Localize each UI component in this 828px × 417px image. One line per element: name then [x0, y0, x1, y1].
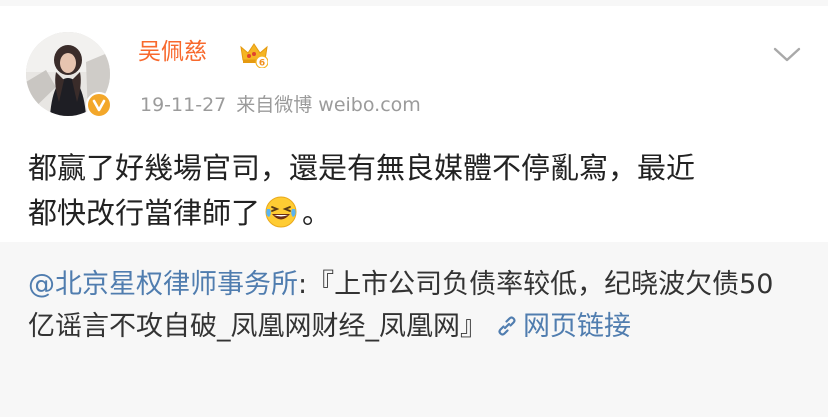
reposted-content[interactable]: @北京星权律师事务所:『上市公司负债率较低，纪晓波欠债50亿谣言不攻自破_凤凰网…: [0, 242, 828, 417]
web-link[interactable]: 网页链接: [487, 311, 631, 342]
chevron-down-icon[interactable]: [772, 46, 802, 64]
post-source: 来自微博 weibo.com: [236, 94, 421, 116]
link-icon: [498, 316, 516, 336]
verified-icon: [86, 92, 112, 118]
laughing-tears-emoji-icon: [265, 196, 297, 228]
repost-text: @北京星权律师事务所:『上市公司负债率较低，纪晓波欠债50亿谣言不攻自破_凤凰网…: [28, 264, 798, 348]
post-body-line-1: 都赢了好幾場官司，還是有無良媒體不停亂寫，最近: [28, 151, 696, 185]
username[interactable]: 吴佩慈: [138, 36, 207, 68]
post-body-line-2: 都快改行當律師了: [28, 196, 261, 230]
weibo-post: 吴佩慈 6 19-11-27 来自微博 weibo.com 都赢了好幾場官司，還是…: [0, 6, 828, 417]
post-body: 都赢了好幾場官司，還是有無良媒體不停亂寫，最近 都快改行當律師了 。: [28, 146, 798, 236]
post-body-line-2-end: 。: [302, 196, 332, 230]
svg-text:6: 6: [259, 59, 265, 69]
web-link-label: 网页链接: [523, 311, 631, 342]
post-meta: 19-11-27 来自微博 weibo.com: [140, 92, 421, 118]
mention-link[interactable]: @北京星权律师事务所: [28, 269, 298, 300]
crown-vip-icon[interactable]: 6: [240, 42, 268, 68]
timestamp: 19-11-27: [140, 94, 227, 116]
